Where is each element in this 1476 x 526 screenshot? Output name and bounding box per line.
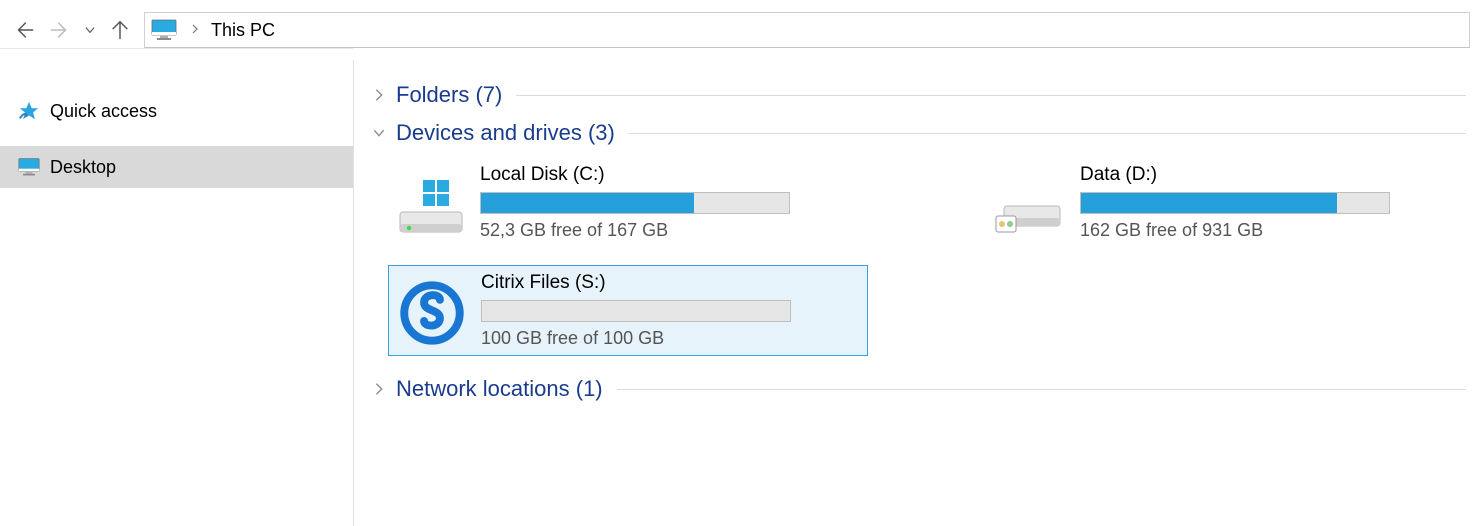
divider	[617, 389, 1466, 390]
this-pc-icon	[151, 19, 177, 41]
section-title: Folders (7)	[396, 82, 502, 108]
drive-usage-bar	[481, 300, 791, 322]
drive-info: Citrix Files (S:) 100 GB free of 100 GB	[481, 272, 861, 349]
drive-usage-bar	[480, 192, 790, 214]
drive-citrix-files-s[interactable]: Citrix Files (S:) 100 GB free of 100 GB	[388, 265, 868, 356]
address-bar[interactable]: This PC	[144, 12, 1470, 48]
chevron-right-icon	[368, 84, 390, 106]
explorer-window: This PC Quick access	[0, 0, 1476, 526]
divider	[516, 95, 1466, 96]
section-title: Network locations (1)	[396, 376, 603, 402]
sidebar-item-quick-access[interactable]: Quick access	[0, 90, 353, 132]
chevron-right-icon	[368, 378, 390, 400]
sidebar-item-label: Quick access	[50, 101, 157, 122]
drive-free-text: 162 GB free of 931 GB	[1080, 220, 1402, 241]
section-network[interactable]: Network locations (1)	[368, 376, 1466, 402]
section-title: Devices and drives (3)	[396, 120, 615, 146]
breadcrumb-this-pc[interactable]: This PC	[207, 20, 279, 41]
drive-info: Data (D:) 162 GB free of 931 GB	[1080, 164, 1402, 241]
divider	[629, 133, 1466, 134]
up-button[interactable]	[102, 12, 138, 48]
drive-free-text: 52,3 GB free of 167 GB	[480, 220, 862, 241]
sidebar-item-desktop[interactable]: Desktop	[0, 146, 353, 188]
drive-name: Data (D:)	[1080, 164, 1402, 186]
drive-info: Local Disk (C:) 52,3 GB free of 167 GB	[480, 164, 862, 241]
navigation-pane: Quick access Desktop	[0, 60, 354, 526]
recent-locations-button[interactable]	[78, 23, 102, 37]
chevron-down-icon	[368, 122, 390, 144]
forward-button[interactable]	[42, 12, 78, 48]
body: Quick access Desktop	[0, 60, 1476, 526]
content-pane: Folders (7) Devices and drives (3)	[354, 60, 1476, 526]
section-folders[interactable]: Folders (7)	[368, 82, 1466, 108]
drive-data-d[interactable]: Data (D:) 162 GB free of 931 GB	[988, 158, 1408, 247]
sidebar-item-label: Desktop	[50, 157, 116, 178]
drive-free-text: 100 GB free of 100 GB	[481, 328, 861, 349]
chevron-right-icon[interactable]	[189, 22, 201, 39]
drive-icon	[394, 164, 468, 238]
back-button[interactable]	[6, 12, 42, 48]
drive-usage-bar	[1080, 192, 1390, 214]
drive-name: Local Disk (C:)	[480, 164, 862, 186]
drive-icon	[994, 164, 1068, 238]
quick-access-icon	[18, 100, 40, 122]
section-drives[interactable]: Devices and drives (3)	[368, 120, 1466, 146]
desktop-icon	[18, 156, 40, 178]
topbar: This PC	[0, 0, 1476, 60]
drive-local-disk-c[interactable]: Local Disk (C:) 52,3 GB free of 167 GB	[388, 158, 868, 247]
drive-grid: Local Disk (C:) 52,3 GB free of 167 GB	[368, 158, 1466, 356]
citrix-files-icon	[395, 272, 469, 346]
drive-name: Citrix Files (S:)	[481, 272, 861, 294]
